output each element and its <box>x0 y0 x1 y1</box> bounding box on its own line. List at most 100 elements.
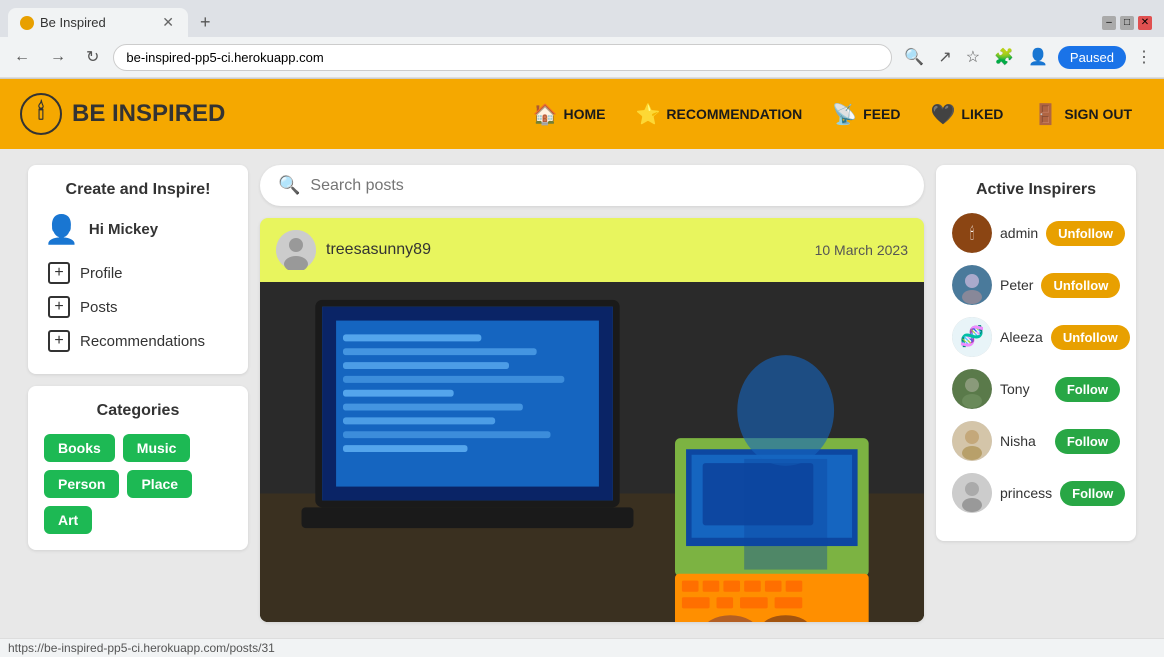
menu-icon[interactable]: ⋮ <box>1132 43 1156 71</box>
post-date: 10 March 2023 <box>815 242 908 258</box>
inspirers-title: Active Inspirers <box>952 181 1120 199</box>
toolbar-icons: 🔍 ↗ ☆ 🧩 👤 Paused ⋮ <box>900 43 1156 71</box>
paused-label: Paused <box>1070 50 1114 65</box>
nav-recommendation[interactable]: ⭐ RECOMMENDATION <box>624 94 815 135</box>
nav-signout-label: SIGN OUT <box>1064 106 1132 122</box>
top-nav: 🕯 BE INSPIRED 🏠 HOME ⭐ RECOMMENDATION 📡 … <box>0 79 1164 149</box>
extension-icon[interactable]: 🧩 <box>990 43 1018 71</box>
nav-links: 🏠 HOME ⭐ RECOMMENDATION 📡 FEED 🖤 LIKED 🚪… <box>521 94 1144 135</box>
post-user: treesasunny89 <box>276 230 431 270</box>
inspirer-item: 🕯 admin Unfollow <box>952 213 1120 253</box>
category-art[interactable]: Art <box>44 506 92 534</box>
forward-button[interactable]: → <box>44 44 72 70</box>
recommendations-add-icon: + <box>48 330 70 352</box>
active-tab[interactable]: Be Inspired ✕ <box>8 8 188 37</box>
user-avatar-icon: 👤 <box>44 213 79 246</box>
posts-menu-item[interactable]: + Posts <box>44 290 232 324</box>
right-sidebar: Active Inspirers 🕯 admin Unfollow Peter … <box>936 165 1136 622</box>
inspirer-item: 🧬 Aleeza Unfollow <box>952 317 1120 357</box>
inspirer-avatar-aleeza: 🧬 <box>952 317 992 357</box>
minimize-button[interactable]: – <box>1102 16 1116 30</box>
post-avatar <box>276 230 316 270</box>
inspirer-name-aleeza: Aleeza <box>1000 329 1043 345</box>
nav-signout[interactable]: 🚪 SIGN OUT <box>1021 94 1144 135</box>
logo-link[interactable]: 🕯 BE INSPIRED <box>20 93 225 135</box>
follow-princess-button[interactable]: Follow <box>1060 481 1125 506</box>
logo-icon: 🕯 <box>20 93 62 135</box>
nav-feed-label: FEED <box>863 106 900 122</box>
category-person[interactable]: Person <box>44 470 119 498</box>
browser-chrome: Be Inspired ✕ + – □ ✕ ← → ↻ 🔍 ↗ ☆ 🧩 👤 Pa… <box>0 0 1164 79</box>
create-title: Create and Inspire! <box>44 181 232 199</box>
inspirer-name-nisha: Nisha <box>1000 433 1047 449</box>
nav-feed[interactable]: 📡 FEED <box>820 94 912 135</box>
star-icon: ⭐ <box>636 102 661 127</box>
categories-title: Categories <box>44 402 232 420</box>
middle-content: 🔍 treesasunny89 <box>260 165 924 622</box>
paused-button[interactable]: Paused <box>1058 46 1126 69</box>
create-card: Create and Inspire! 👤 Hi Mickey + Profil… <box>28 165 248 374</box>
heart-icon: 🖤 <box>931 102 956 127</box>
tab-close-button[interactable]: ✕ <box>160 14 176 31</box>
profile-icon[interactable]: 👤 <box>1024 43 1052 71</box>
category-tags: Books Music Person Place Art <box>44 434 232 534</box>
category-place[interactable]: Place <box>127 470 192 498</box>
refresh-button[interactable]: ↻ <box>80 43 105 71</box>
new-tab-button[interactable]: + <box>192 8 219 37</box>
feed-icon: 📡 <box>832 102 857 127</box>
nav-home-label: HOME <box>564 106 606 122</box>
nav-home[interactable]: 🏠 HOME <box>521 94 618 135</box>
logo-text: BE INSPIRED <box>72 100 225 128</box>
inspirer-item: princess Follow <box>952 473 1120 513</box>
follow-tony-button[interactable]: Follow <box>1055 377 1120 402</box>
profile-menu-item[interactable]: + Profile <box>44 256 232 290</box>
app-container: 🕯 BE INSPIRED 🏠 HOME ⭐ RECOMMENDATION 📡 … <box>0 79 1164 638</box>
post-card: treesasunny89 10 March 2023 <box>260 218 924 622</box>
profile-add-icon: + <box>48 262 70 284</box>
svg-text:🧬: 🧬 <box>960 324 985 348</box>
unfollow-aleeza-button[interactable]: Unfollow <box>1051 325 1130 350</box>
nav-liked-label: LIKED <box>961 106 1003 122</box>
window-controls: – □ ✕ <box>1098 12 1156 34</box>
post-username: treesasunny89 <box>326 241 431 259</box>
inspirer-avatar-peter <box>952 265 992 305</box>
search-icon[interactable]: 🔍 <box>900 43 928 71</box>
inspirer-avatar-princess <box>952 473 992 513</box>
inspirer-name-princess: princess <box>1000 485 1052 501</box>
inspirer-name-peter: Peter <box>1000 277 1033 293</box>
address-input[interactable] <box>113 44 892 71</box>
unfollow-admin-button[interactable]: Unfollow <box>1046 221 1125 246</box>
inspirer-avatar-tony <box>952 369 992 409</box>
posts-add-icon: + <box>48 296 70 318</box>
inspirer-avatar-admin: 🕯 <box>952 213 992 253</box>
post-header: treesasunny89 10 March 2023 <box>260 218 924 282</box>
share-icon[interactable]: ↗ <box>934 43 955 71</box>
search-input[interactable] <box>310 177 906 195</box>
close-window-button[interactable]: ✕ <box>1138 16 1152 30</box>
address-bar: ← → ↻ 🔍 ↗ ☆ 🧩 👤 Paused ⋮ <box>0 37 1164 78</box>
posts-label: Posts <box>80 299 118 316</box>
tab-title: Be Inspired <box>40 15 154 30</box>
user-name: Hi Mickey <box>89 221 158 238</box>
status-url: https://be-inspired-pp5-ci.herokuapp.com… <box>8 641 275 655</box>
svg-text:🕯: 🕯 <box>38 99 44 124</box>
tab-bar: Be Inspired ✕ + – □ ✕ <box>0 0 1164 37</box>
recommendations-menu-item[interactable]: + Recommendations <box>44 324 232 358</box>
nav-recommendation-label: RECOMMENDATION <box>666 106 802 122</box>
nav-liked[interactable]: 🖤 LIKED <box>919 94 1016 135</box>
status-bar: https://be-inspired-pp5-ci.herokuapp.com… <box>0 638 1164 657</box>
post-image <box>260 282 924 622</box>
unfollow-peter-button[interactable]: Unfollow <box>1041 273 1120 298</box>
inspirer-name-tony: Tony <box>1000 381 1047 397</box>
inspirer-name-admin: admin <box>1000 225 1038 241</box>
bookmark-icon[interactable]: ☆ <box>962 43 984 71</box>
back-button[interactable]: ← <box>8 44 36 70</box>
svg-text:🕯: 🕯 <box>970 224 975 243</box>
main-layout: Create and Inspire! 👤 Hi Mickey + Profil… <box>12 149 1152 638</box>
category-music[interactable]: Music <box>123 434 191 462</box>
home-icon: 🏠 <box>533 102 558 127</box>
inspirers-card: Active Inspirers 🕯 admin Unfollow Peter … <box>936 165 1136 541</box>
maximize-button[interactable]: □ <box>1120 16 1134 30</box>
category-books[interactable]: Books <box>44 434 115 462</box>
follow-nisha-button[interactable]: Follow <box>1055 429 1120 454</box>
